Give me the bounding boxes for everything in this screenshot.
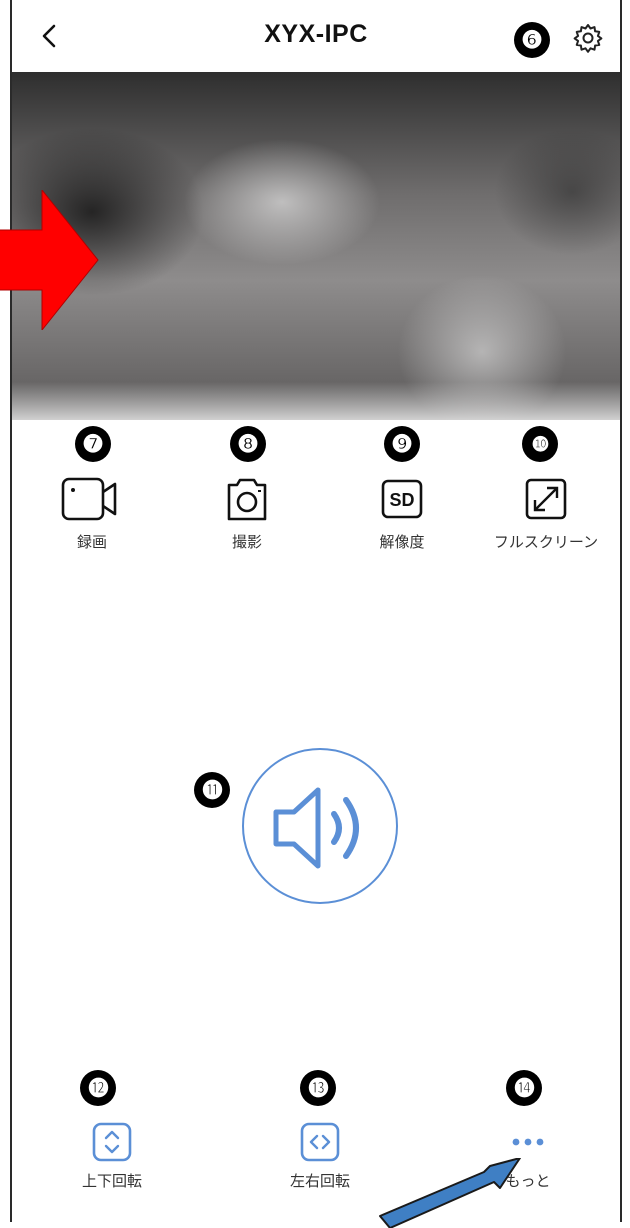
record-button[interactable]: 録画 [22,475,162,565]
annotation-badge-record: ❼ [75,426,111,462]
vertical-rotate-button[interactable]: 上下回転 [42,1120,182,1190]
expand-icon [525,478,567,520]
fullscreen-label: フルスクリーン [493,533,599,551]
resolution-button[interactable]: SD 解像度 [332,475,472,565]
annotation-blue-arrow [379,1158,521,1228]
app-header: XYX-IPC ❻ [12,0,620,72]
audio-button[interactable] [242,748,398,904]
annotation-red-arrow [0,190,99,330]
resolution-label: 解像度 [379,533,425,551]
speaker-icon [273,787,359,869]
sd-icon-text: SD [389,490,414,510]
horizontal-flip-icon [300,1122,340,1162]
settings-button[interactable] [570,20,606,56]
annotation-badge-audio: ⓫ [194,772,230,808]
annotation-badge-settings: ❻ [514,22,550,58]
vertical-flip-icon [92,1122,132,1162]
annotation-badge-fullscreen: ❿ [522,426,558,462]
camera-icon [227,478,267,521]
annotation-badge-resolution: ❾ [384,426,420,462]
snapshot-button[interactable]: 撮影 [177,475,317,565]
video-camera-icon [61,477,117,521]
sd-icon: SD [381,479,423,519]
snapshot-label: 撮影 [231,533,262,551]
annotation-badge-vertical-rotate: ⓬ [80,1070,116,1106]
gear-icon [573,24,603,53]
app-screen: XYX-IPC ❻ ❼ ❽ ❾ ❿ 録画 撮影 SD 解像度 フルスクリーン ⓫… [10,0,622,1222]
annotation-badge-more: ⓮ [506,1070,542,1106]
fullscreen-button[interactable]: フルスクリーン [476,475,616,565]
vertical-rotate-label: 上下回転 [81,1172,142,1190]
record-label: 録画 [76,533,107,551]
annotation-badge-snapshot: ❽ [230,426,266,462]
camera-live-view[interactable] [12,72,620,420]
annotation-badge-horizontal-rotate: ⓭ [300,1070,336,1106]
